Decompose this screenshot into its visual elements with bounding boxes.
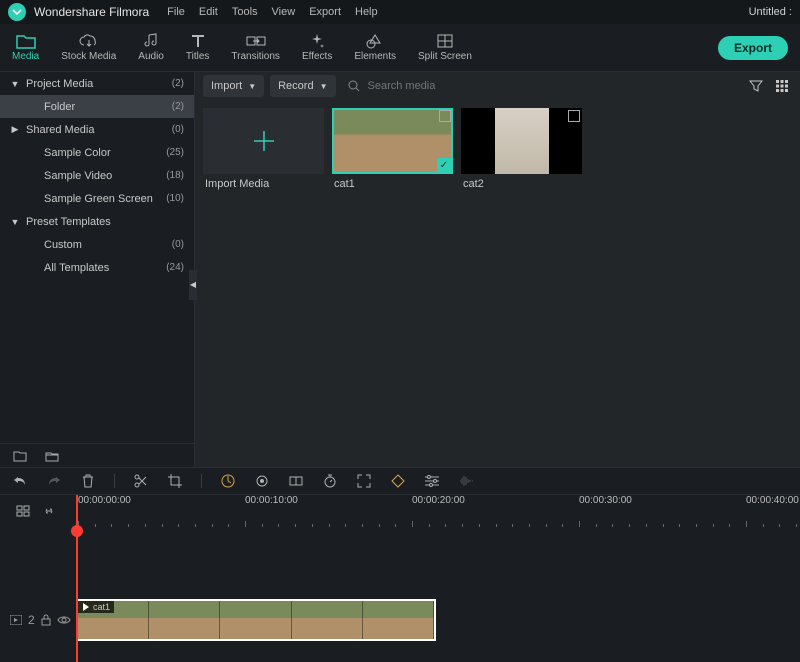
split-button[interactable] [133,473,149,489]
tab-media[interactable]: Media [12,33,39,62]
tree-all-templates[interactable]: All Templates(24) [0,256,194,279]
playhead[interactable] [76,495,78,662]
track-manage-button[interactable] [15,503,31,519]
track-lock-icon[interactable] [41,614,51,626]
tree-custom[interactable]: Custom(0) [0,233,194,256]
filter-button[interactable] [746,76,766,96]
menu-view[interactable]: View [272,6,296,18]
ruler-label: 00:00:00:00 [78,495,131,506]
tree-project-media[interactable]: ▼Project Media(2) [0,72,194,95]
tab-titles[interactable]: Titles [186,33,210,62]
menu-tools[interactable]: Tools [232,6,258,18]
media-label: cat2 [461,178,582,190]
menu-edit[interactable]: Edit [199,6,218,18]
grid-view-button[interactable] [772,76,792,96]
check-icon: ✓ [437,158,451,172]
video-badge-icon [568,110,580,122]
menu-help[interactable]: Help [355,6,378,18]
search-input[interactable] [366,79,735,93]
video-badge-icon [439,110,451,122]
keyframe-button[interactable] [390,473,406,489]
green-screen-button[interactable] [288,473,304,489]
timeline-ruler[interactable]: 00:00:00:00 00:00:10:00 00:00:20:00 00:00:3… [72,495,800,527]
folder-icon [16,33,36,49]
track-badge: 2 [28,613,35,627]
shapes-icon [365,33,385,49]
app-logo [8,3,26,21]
search-icon [348,80,360,92]
tab-audio[interactable]: Audio [138,33,164,62]
media-label: cat1 [332,178,453,190]
undo-button[interactable] [12,473,28,489]
open-folder-button[interactable] [42,446,62,466]
cloud-download-icon [79,33,99,49]
grid-icon [435,33,455,49]
import-media-button[interactable] [203,108,324,174]
expand-button[interactable] [356,473,372,489]
ruler-label: 00:00:20:00 [412,495,465,506]
export-button[interactable]: Export [718,36,788,60]
speed-button[interactable] [220,473,236,489]
tab-transitions[interactable]: Transitions [231,33,280,62]
text-t-icon [188,33,208,49]
tree-sample-green-screen[interactable]: Sample Green Screen(10) [0,187,194,210]
tab-stock[interactable]: Stock Media [61,33,116,62]
tree-sample-color[interactable]: Sample Color(25) [0,141,194,164]
music-note-icon [141,33,161,49]
media-item-cat1[interactable]: ✓ [332,108,453,174]
play-icon [82,603,90,611]
track-visible-icon[interactable] [57,615,71,625]
tab-elements[interactable]: Elements [354,33,396,62]
import-dropdown[interactable]: Import▼ [203,75,264,97]
tree-sample-video[interactable]: Sample Video(18) [0,164,194,187]
redo-button[interactable] [46,473,62,489]
timeline-clip[interactable]: cat1 [76,599,436,641]
duration-button[interactable] [322,473,338,489]
tree-preset-templates[interactable]: ▼Preset Templates [0,210,194,233]
tree-folder[interactable]: Folder(2) [0,95,194,118]
ruler-label: 00:00:40:00 [746,495,799,506]
adjust-button[interactable] [424,473,440,489]
crop-button[interactable] [167,473,183,489]
collapse-sidebar-button[interactable]: ◀ [189,270,197,300]
color-button[interactable] [254,473,270,489]
ruler-label: 00:00:30:00 [579,495,632,506]
new-folder-button[interactable] [10,446,30,466]
delete-button[interactable] [80,473,96,489]
media-item-cat2[interactable] [461,108,582,174]
ruler-label: 00:00:10:00 [245,495,298,506]
import-label: Import Media [203,178,324,190]
audio-button[interactable] [458,473,474,489]
menu-file[interactable]: File [167,6,185,18]
tab-split[interactable]: Split Screen [418,33,472,62]
sparkle-icon [307,33,327,49]
project-title: Untitled : [749,6,792,18]
record-dropdown[interactable]: Record▼ [270,75,335,97]
link-button[interactable] [41,503,57,519]
tree-shared-media[interactable]: ▶Shared Media(0) [0,118,194,141]
menu-export[interactable]: Export [309,6,341,18]
tab-effects[interactable]: Effects [302,33,332,62]
app-name: Wondershare Filmora [34,5,149,19]
transition-icon [246,33,266,49]
plus-icon [250,127,278,155]
search-media[interactable] [342,79,741,93]
track-video-icon [10,615,22,625]
